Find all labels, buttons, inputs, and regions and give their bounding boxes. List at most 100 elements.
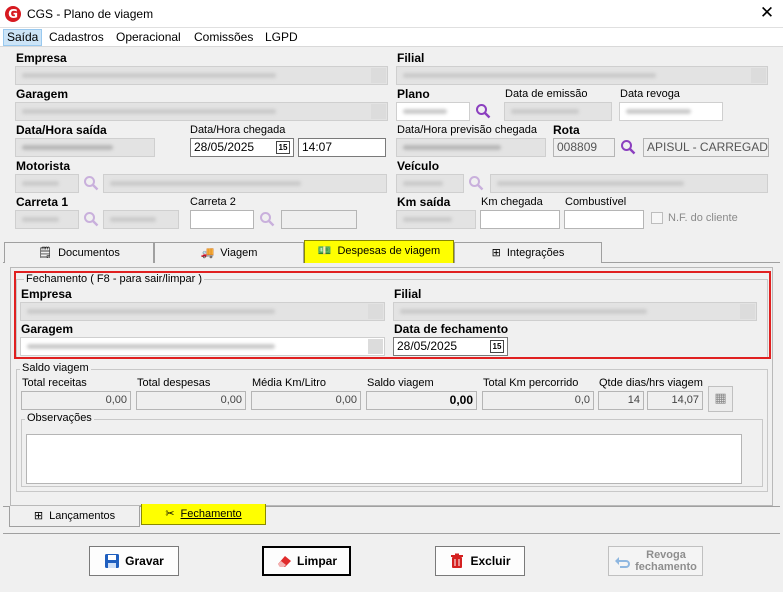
carreta1-desc	[103, 210, 179, 229]
rota-code-input[interactable]: 008809	[553, 138, 615, 157]
filial-select[interactable]	[396, 66, 768, 85]
calculator-icon[interactable]: ▦	[708, 386, 733, 412]
truck-icon: 🚚	[200, 246, 215, 259]
data-emissao-label: Data de emissão	[505, 88, 588, 100]
motorista-label: Motorista	[16, 159, 70, 173]
media-value: 0,00	[251, 391, 361, 410]
km-saida-input	[396, 210, 476, 229]
rota-label: Rota	[553, 123, 580, 137]
carreta2-label: Carreta 2	[190, 196, 236, 208]
carreta2-search-icon[interactable]	[259, 211, 275, 227]
carreta1-search-icon[interactable]	[83, 211, 99, 227]
total-km-value: 0,0	[482, 391, 594, 410]
empresa-label: Empresa	[16, 51, 67, 65]
undo-icon	[615, 557, 631, 568]
calendar-icon[interactable]: 15	[276, 141, 290, 154]
veiculo-desc	[490, 174, 768, 193]
trash-icon	[451, 553, 464, 568]
excluir-button[interactable]: Excluir	[435, 546, 525, 576]
data-revoga-input[interactable]	[619, 102, 723, 121]
money-icon: 💵	[317, 244, 332, 257]
motorista-code[interactable]	[15, 174, 79, 193]
fechamento-legend: Fechamento ( F8 - para sair/limpar )	[24, 273, 205, 285]
tab-documentos[interactable]: 🗒 Documentos	[4, 242, 154, 263]
km-chegada-input[interactable]	[480, 210, 560, 229]
menu-comissoes[interactable]: Comissões	[191, 29, 256, 46]
combustivel-input[interactable]	[564, 210, 644, 229]
tab-despesas-viagem[interactable]: 💵 Despesas de viagem	[304, 240, 454, 263]
combustivel-label: Combustível	[565, 196, 627, 208]
carreta1-label: Carreta 1	[16, 195, 69, 209]
data-revoga-label: Data revoga	[620, 88, 680, 100]
veiculo-code[interactable]	[396, 174, 464, 193]
carreta2-code[interactable]	[190, 210, 254, 229]
tab-fechamento[interactable]: ✂ Fechamento	[141, 504, 266, 525]
total-despesas-label: Total despesas	[137, 377, 211, 389]
integration-icon: ⊞	[491, 246, 501, 259]
nf-cliente-label: N.F. do cliente	[668, 212, 738, 224]
limpar-button[interactable]: Limpar	[262, 546, 351, 576]
title-bar: G CGS - Plano de viagem ✕	[0, 0, 783, 28]
fech-empresa-label: Empresa	[21, 287, 72, 301]
calendar-icon[interactable]: 15	[490, 340, 504, 353]
window-title: CGS - Plano de viagem	[27, 7, 154, 21]
garagem-select[interactable]	[15, 102, 388, 121]
rota-search-icon[interactable]	[620, 139, 636, 155]
km-chegada-label: Km chegada	[481, 196, 543, 208]
empresa-select[interactable]	[15, 66, 388, 85]
hora-chegada-input[interactable]: 14:07	[298, 138, 386, 157]
fech-garagem-label: Garagem	[21, 322, 74, 336]
saldo-viagem-label: Saldo viagem	[367, 377, 434, 389]
observacoes-textarea[interactable]	[26, 434, 742, 484]
qtde-dias-label: Qtde dias/hrs viagem	[599, 377, 703, 389]
veiculo-label: Veículo	[397, 159, 440, 173]
data-fechamento-label: Data de fechamento	[394, 322, 509, 336]
fech-empresa-select[interactable]	[20, 302, 385, 321]
menu-lgpd[interactable]: LGPD	[262, 29, 301, 46]
data-chegada-label: Data/Hora chegada	[190, 124, 286, 136]
eraser-icon	[277, 556, 291, 567]
previsao-chegada-input	[396, 138, 546, 157]
filial-label: Filial	[397, 51, 425, 65]
km-saida-label: Km saída	[397, 195, 451, 209]
saldo-legend: Saldo viagem	[20, 362, 91, 374]
plano-search-icon[interactable]	[475, 103, 491, 119]
gravar-button[interactable]: Gravar	[89, 546, 179, 576]
data-saida-input	[15, 138, 155, 157]
total-km-label: Total Km percorrido	[483, 377, 579, 389]
total-receitas-value: 0,00	[21, 391, 131, 410]
carreta2-desc	[281, 210, 357, 229]
fechamento-icon: ✂	[165, 507, 175, 520]
data-emissao-input	[504, 102, 612, 121]
fech-filial-label: Filial	[394, 287, 422, 301]
veiculo-search-icon[interactable]	[468, 175, 484, 191]
fech-filial-select[interactable]	[393, 302, 757, 321]
tab-lancamentos[interactable]: ⊞ Lançamentos	[9, 506, 140, 527]
tab-viagem[interactable]: 🚚 Viagem	[154, 242, 304, 263]
qtde-dias-value: 14	[598, 391, 644, 410]
motorista-name	[103, 174, 387, 193]
menu-bar: Saída Cadastros Operacional Comissões LG…	[0, 28, 783, 47]
nf-cliente-checkbox[interactable]	[651, 212, 663, 224]
menu-cadastros[interactable]: Cadastros	[46, 29, 107, 46]
menu-saida[interactable]: Saída	[3, 29, 43, 46]
data-saida-label: Data/Hora saída	[16, 123, 107, 137]
rota-desc-input: APISUL - CARREGADO -	[643, 138, 769, 157]
fech-garagem-select[interactable]	[20, 337, 385, 356]
qtde-hrs-value: 14,07	[647, 391, 703, 410]
plano-label: Plano	[397, 87, 430, 101]
close-icon[interactable]: ✕	[755, 2, 779, 24]
motorista-search-icon[interactable]	[83, 175, 99, 191]
app-logo-icon: G	[5, 6, 21, 22]
total-despesas-value: 0,00	[136, 391, 246, 410]
carreta1-code[interactable]	[15, 210, 79, 229]
plano-input[interactable]	[396, 102, 470, 121]
tab-integracoes[interactable]: ⊞ Integrações	[454, 242, 602, 263]
menu-operacional[interactable]: Operacional	[113, 29, 184, 46]
revoga-fechamento-button[interactable]: Revoga fechamento	[608, 546, 703, 576]
save-icon	[105, 554, 120, 568]
lancamentos-icon: ⊞	[33, 509, 44, 522]
garagem-label: Garagem	[16, 87, 69, 101]
total-receitas-label: Total receitas	[22, 377, 87, 389]
documents-icon: 🗒	[38, 246, 53, 259]
